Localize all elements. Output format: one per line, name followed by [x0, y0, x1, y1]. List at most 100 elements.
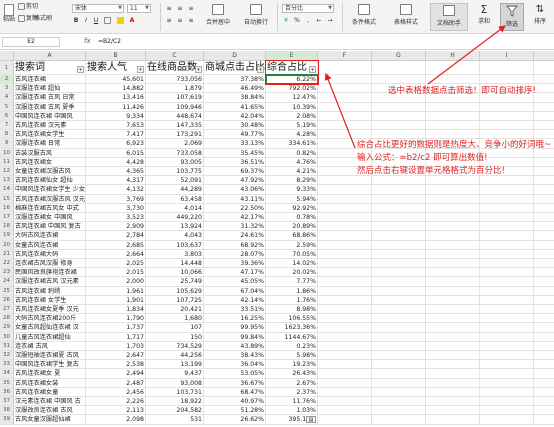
empty-cell[interactable]	[426, 268, 480, 278]
table-cell[interactable]: 4,014	[146, 203, 204, 213]
empty-cell[interactable]	[480, 277, 534, 287]
empty-cell[interactable]	[426, 305, 480, 315]
table-cell[interactable]: 6,923	[86, 139, 146, 149]
empty-cell[interactable]	[318, 75, 372, 85]
table-cell[interactable]: 38.43%	[204, 351, 266, 361]
table-cell[interactable]: 43.06%	[204, 185, 266, 195]
row-header[interactable]: 14	[0, 185, 14, 195]
table-cell[interactable]: 古风连衣裙 汉元素	[14, 121, 86, 131]
table-cell[interactable]: 4,317	[86, 176, 146, 186]
empty-cell[interactable]	[480, 194, 534, 204]
wrap-text-button[interactable]: 自动换行	[238, 3, 274, 31]
table-cell[interactable]: 42.17%	[204, 213, 266, 223]
empty-cell[interactable]	[534, 75, 554, 85]
table-cell[interactable]: 6,015	[86, 148, 146, 158]
table-cell[interactable]: 女童古风超仙连衣裙 汉	[14, 323, 86, 333]
table-cell[interactable]: 1.86%	[266, 286, 318, 296]
row-header[interactable]: 2	[0, 75, 14, 85]
table-cell[interactable]: 2.67%	[266, 378, 318, 388]
table-cell[interactable]: 25,749	[146, 277, 204, 287]
empty-cell[interactable]	[372, 305, 426, 315]
column-header[interactable]: F	[318, 51, 372, 61]
table-cell[interactable]: 31.32%	[204, 222, 266, 232]
empty-cell[interactable]	[318, 231, 372, 241]
table-cell[interactable]: 22.50%	[204, 203, 266, 213]
row-header[interactable]: 36	[0, 387, 14, 397]
table-cell[interactable]: 大码古风连衣裙200斤	[14, 314, 86, 324]
table-cell[interactable]: 38.84%	[204, 93, 266, 103]
empty-cell[interactable]	[318, 305, 372, 315]
row-header[interactable]: 26	[0, 295, 14, 305]
table-cell[interactable]: 18,922	[146, 397, 204, 407]
empty-cell[interactable]	[426, 259, 480, 269]
empty-cell[interactable]	[426, 194, 480, 204]
row-header[interactable]: 34	[0, 369, 14, 379]
table-cell[interactable]: 2,664	[86, 249, 146, 259]
increase-decimal-button[interactable]: ←	[315, 17, 323, 25]
table-cell[interactable]: 2,113	[86, 406, 146, 416]
empty-cell[interactable]	[372, 406, 426, 416]
table-cell[interactable]: 2,909	[86, 222, 146, 232]
table-cell[interactable]: 20,421	[146, 305, 204, 315]
row-header[interactable]: 13	[0, 176, 14, 186]
filter-dropdown-icon[interactable]: ▾	[309, 66, 316, 73]
row-header[interactable]: 6	[0, 111, 14, 121]
table-cell[interactable]: 449,220	[146, 213, 204, 223]
empty-cell[interactable]	[372, 387, 426, 397]
table-cell[interactable]: 2,015	[86, 268, 146, 278]
table-cell[interactable]: 2,494	[86, 369, 146, 379]
empty-cell[interactable]	[534, 305, 554, 315]
table-cell[interactable]: 3,803	[146, 249, 204, 259]
empty-cell[interactable]	[318, 111, 372, 121]
table-cell[interactable]: 古风连衣裙 中国风 复古	[14, 222, 86, 232]
empty-cell[interactable]	[534, 287, 554, 296]
empty-cell[interactable]	[534, 388, 554, 397]
table-cell[interactable]: 10.39%	[266, 102, 318, 112]
empty-cell[interactable]	[480, 305, 534, 315]
align-left-button[interactable]: ≡	[165, 17, 173, 25]
empty-cell[interactable]	[534, 185, 554, 195]
table-cell[interactable]: 42.14%	[204, 295, 266, 305]
row-header[interactable]: 23	[0, 268, 14, 278]
table-cell[interactable]: 古风连衣裙 刺绣	[14, 286, 86, 296]
cut-button[interactable]: 剪切	[18, 3, 38, 11]
empty-cell[interactable]	[318, 240, 372, 250]
table-cell[interactable]: 99.95%	[204, 323, 266, 333]
empty-cell[interactable]	[426, 341, 480, 351]
table-cell[interactable]: 2,456	[86, 387, 146, 397]
empty-cell[interactable]	[480, 369, 534, 379]
empty-cell[interactable]	[318, 222, 372, 232]
empty-cell[interactable]	[534, 103, 554, 112]
empty-cell[interactable]	[480, 268, 534, 278]
table-cell[interactable]: 46.49%	[204, 84, 266, 94]
table-cell[interactable]: 1,790	[86, 314, 146, 324]
empty-cell[interactable]	[372, 111, 426, 121]
empty-cell[interactable]	[318, 277, 372, 287]
table-cell[interactable]: 43.11%	[204, 194, 266, 204]
empty-cell[interactable]	[372, 268, 426, 278]
empty-cell[interactable]	[426, 222, 480, 232]
empty-cell[interactable]	[534, 406, 554, 416]
table-cell[interactable]: 24.61%	[204, 231, 266, 241]
empty-cell[interactable]	[426, 387, 480, 397]
table-cell[interactable]: 531	[146, 415, 204, 425]
empty-cell[interactable]	[480, 185, 534, 195]
row-header[interactable]: 25	[0, 286, 14, 296]
row-header[interactable]: 32	[0, 351, 14, 361]
empty-cell[interactable]	[480, 213, 534, 223]
column-header[interactable]: G	[372, 51, 426, 61]
row-header[interactable]: 29	[0, 323, 14, 333]
empty-cell[interactable]	[318, 415, 372, 425]
row-header[interactable]: 31	[0, 341, 14, 351]
empty-cell[interactable]	[372, 194, 426, 204]
table-cell[interactable]: 2,226	[86, 397, 146, 407]
empty-cell[interactable]	[426, 213, 480, 223]
empty-cell[interactable]	[480, 61, 534, 75]
sort-button[interactable]: ⇅ 排序	[528, 3, 552, 31]
empty-cell[interactable]	[480, 231, 534, 241]
font-name-select[interactable]: 宋体 ▼	[72, 4, 124, 13]
table-cell[interactable]: 古风连衣裙女夏季 汉元	[14, 305, 86, 315]
table-cell[interactable]: 3,523	[86, 213, 146, 223]
empty-cell[interactable]	[318, 84, 372, 94]
table-cell[interactable]: 古风连衣裙 女学生	[14, 295, 86, 305]
